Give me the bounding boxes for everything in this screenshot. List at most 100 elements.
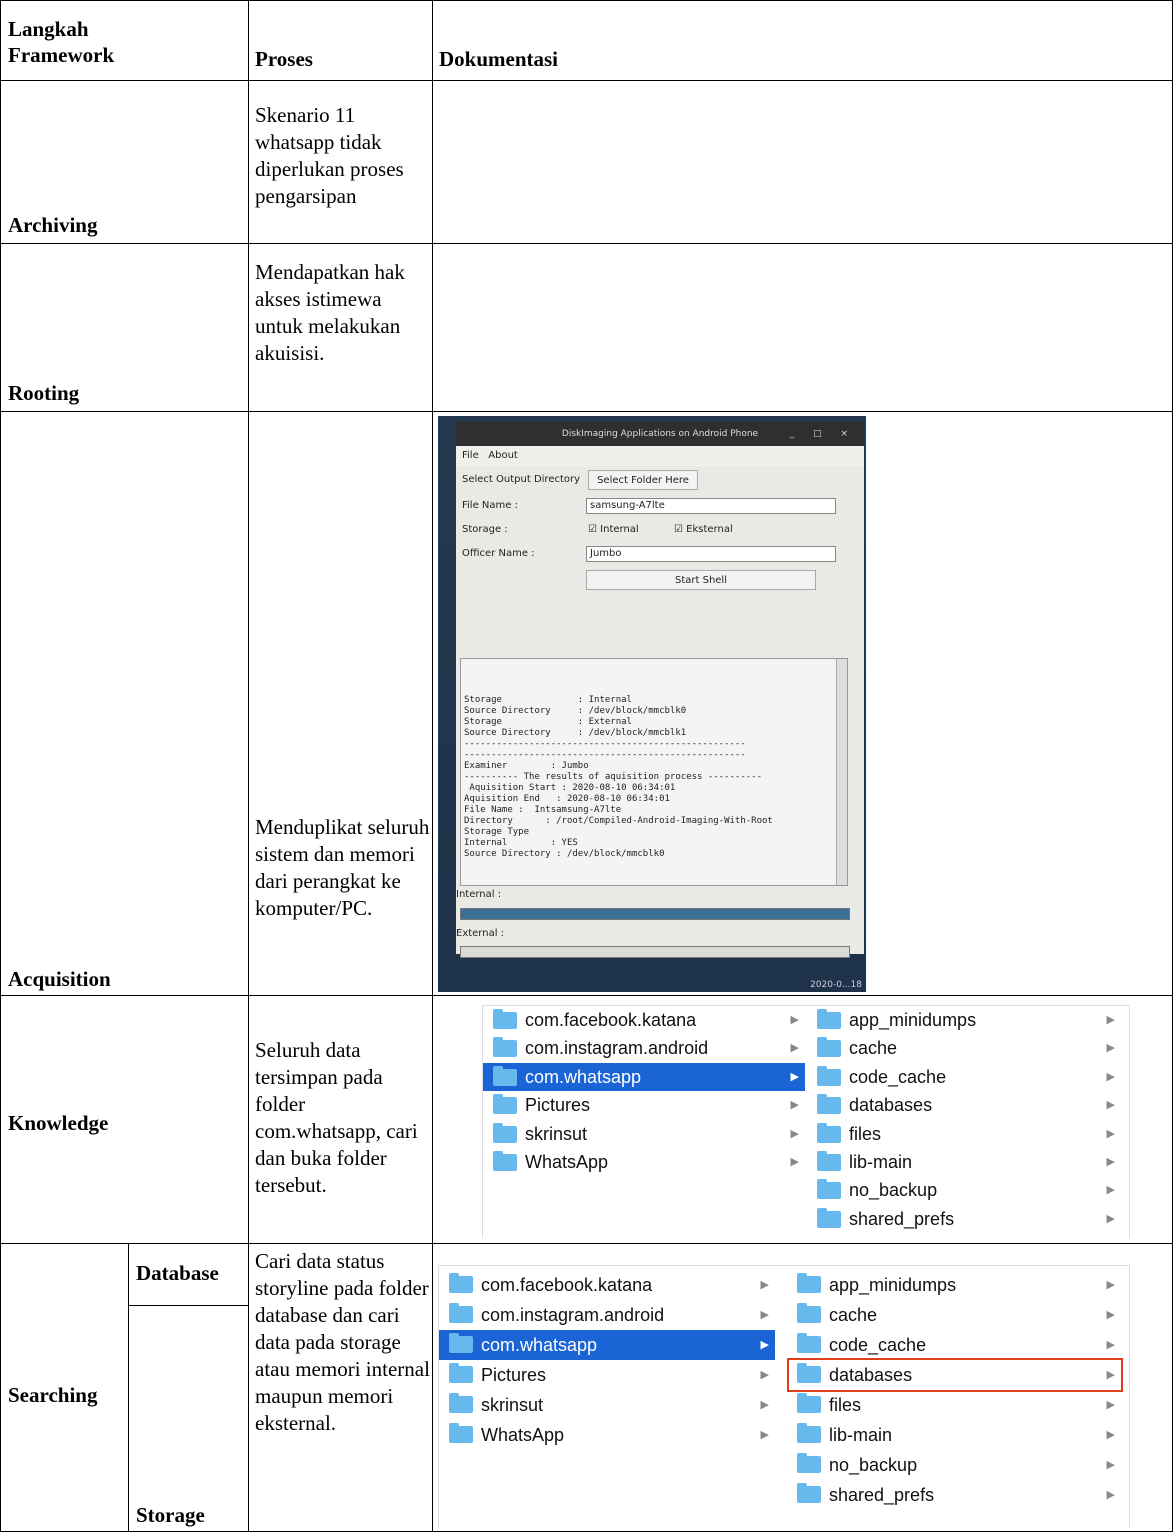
finder-right-item[interactable]: files ▶	[811, 1120, 1121, 1148]
finder-item-label: app_minidumps	[849, 1010, 977, 1030]
finder-left-item[interactable]: com.facebook.katana ▶	[439, 1270, 775, 1300]
finder-left-item[interactable]: Pictures ▶	[439, 1360, 775, 1390]
folder-icon	[817, 1151, 841, 1171]
finder-item-label: skrinsut	[481, 1395, 544, 1415]
folder-icon	[493, 1094, 517, 1115]
folder-icon	[797, 1453, 821, 1473]
chevron-right-icon: ▶	[1106, 1127, 1115, 1140]
folder-icon	[449, 1393, 473, 1413]
external-checkbox[interactable]: ☑ Eksternal	[674, 524, 733, 535]
menu-file[interactable]: File	[462, 450, 479, 461]
finder-left-item[interactable]: com.whatsapp ▶	[483, 1062, 805, 1092]
console-line: Internal : YES	[464, 838, 578, 848]
folder-icon	[493, 1065, 517, 1086]
finder-item-label: databases	[849, 1095, 933, 1116]
select-output-label: Select Output Directory	[462, 474, 581, 485]
folder-icon	[449, 1423, 473, 1443]
chevron-right-icon: ▶	[790, 1127, 799, 1140]
finder-left-item[interactable]: com.facebook.katana ▶	[483, 1006, 805, 1034]
finder-left-item[interactable]: com.whatsapp ▶	[439, 1330, 775, 1360]
folder-icon	[797, 1423, 821, 1443]
folder-icon	[797, 1303, 821, 1323]
finder-item-label: shared_prefs	[829, 1485, 935, 1505]
external-checkbox-label: Eksternal	[686, 524, 733, 535]
chevron-right-icon: ▶	[790, 1099, 799, 1112]
chevron-right-icon: ▶	[1106, 1212, 1115, 1225]
menu-about[interactable]: About	[488, 450, 518, 461]
console-scrollbar[interactable]	[836, 659, 847, 885]
folder-icon	[817, 1037, 841, 1058]
chevron-right-icon: ▶	[790, 1070, 799, 1083]
process-rooting: Mendapatkan hak akses istimewa untuk mel…	[255, 260, 405, 365]
finder-right-item[interactable]: lib-main ▶	[811, 1148, 1121, 1176]
finder-right-item[interactable]: shared_prefs ▶	[811, 1205, 1121, 1233]
finder-right-item[interactable]: app_minidumps ▶	[791, 1270, 1121, 1300]
header-process: Proses	[255, 47, 313, 71]
folder-icon	[493, 1151, 517, 1171]
finder-right-item[interactable]: shared_prefs ▶	[791, 1480, 1121, 1510]
finder-right-item[interactable]: code_cache ▶	[811, 1063, 1121, 1091]
finder-left-item[interactable]: WhatsApp ▶	[439, 1420, 775, 1450]
folder-icon	[493, 1037, 517, 1058]
console-line: Storage Type	[464, 827, 530, 837]
finder-item-label: cache	[849, 1038, 898, 1059]
folder-icon	[493, 1122, 517, 1143]
chevron-right-icon: ▶	[1106, 1014, 1115, 1026]
chevron-right-icon: ▶	[790, 1014, 799, 1026]
chevron-right-icon: ▶	[1106, 1339, 1115, 1351]
step-acquisition: Acquisition	[8, 967, 111, 991]
finder-left-item[interactable]: WhatsApp ▶	[483, 1148, 805, 1176]
process-archiving: Skenario 11 whatsapp tidak diperlukan pr…	[255, 103, 404, 208]
console-line: File Name : Intsamsung-A7lte	[464, 805, 622, 815]
finder-right-item[interactable]: cache ▶	[791, 1300, 1121, 1330]
app-titlebar: DiskImaging Applications on Android Phon…	[456, 422, 864, 446]
app-window: DiskImaging Applications on Android Phon…	[456, 422, 864, 958]
finder-right-item[interactable]: lib-main ▶	[791, 1420, 1121, 1450]
finder-item-label: WhatsApp	[481, 1425, 565, 1445]
console-line: ----------------------------------------…	[464, 750, 746, 760]
finder-item-label: lib-main	[849, 1152, 913, 1172]
storage-label: Storage :	[462, 524, 508, 535]
officer-name-input[interactable]: Jumbo	[586, 546, 836, 562]
app-title: DiskImaging Applications on Android Phon…	[561, 429, 759, 439]
folder-icon	[797, 1333, 821, 1353]
finder-right-item[interactable]: code_cache ▶	[791, 1330, 1121, 1360]
folder-icon	[449, 1363, 473, 1383]
chevron-right-icon: ▶	[760, 1279, 769, 1291]
header-step: Langkah Framework	[8, 17, 115, 67]
console-line: Source Directory : /dev/block/mmcblk1	[464, 728, 687, 738]
console-line: Source Directory : /dev/block/mmcblk0	[464, 706, 687, 716]
finder-right-item[interactable]: no_backup ▶	[811, 1176, 1121, 1204]
finder-right-item[interactable]: no_backup ▶	[791, 1450, 1121, 1480]
window-controls[interactable]: _ □ ×	[790, 422, 856, 446]
finder-left-item[interactable]: Pictures ▶	[483, 1091, 805, 1119]
finder-item-label: skrinsut	[525, 1123, 588, 1144]
chevron-right-icon: ▶	[1106, 1309, 1115, 1321]
finder-left-item[interactable]: com.instagram.android ▶	[483, 1034, 805, 1062]
sub-database: Database	[136, 1261, 219, 1285]
finder-item-label: app_minidumps	[829, 1275, 957, 1295]
finder-item-label: cache	[829, 1305, 878, 1325]
internal-progress-bar	[460, 908, 850, 920]
finder-left-item[interactable]: skrinsut ▶	[483, 1120, 805, 1148]
select-folder-button[interactable]: Select Folder Here	[588, 470, 698, 490]
chevron-right-icon: ▶	[760, 1429, 769, 1441]
internal-checkbox-label: Internal	[600, 524, 639, 535]
internal-checkbox[interactable]: ☑ Internal	[588, 524, 639, 535]
folder-icon	[817, 1094, 841, 1115]
finder-left-item[interactable]: com.instagram.android ▶	[439, 1300, 775, 1330]
finder-right-item[interactable]: files ▶	[791, 1390, 1121, 1420]
chevron-right-icon: ▶	[1106, 1489, 1115, 1501]
finder-right-item[interactable]: databases ▶	[811, 1091, 1121, 1119]
finder-left-item[interactable]: skrinsut ▶	[439, 1390, 775, 1420]
folder-icon	[817, 1122, 841, 1143]
step-rooting: Rooting	[8, 381, 80, 405]
start-shell-button[interactable]: Start Shell	[586, 570, 816, 590]
file-name-input[interactable]: samsung-A7lte	[586, 498, 836, 514]
folder-icon	[797, 1483, 821, 1503]
finder-right-item[interactable]: cache ▶	[811, 1034, 1121, 1062]
folder-icon	[817, 1179, 841, 1200]
folder-icon	[493, 1009, 517, 1029]
finder-right-item[interactable]: app_minidumps ▶	[811, 1006, 1121, 1034]
console-line: Storage : Internal	[464, 695, 632, 705]
